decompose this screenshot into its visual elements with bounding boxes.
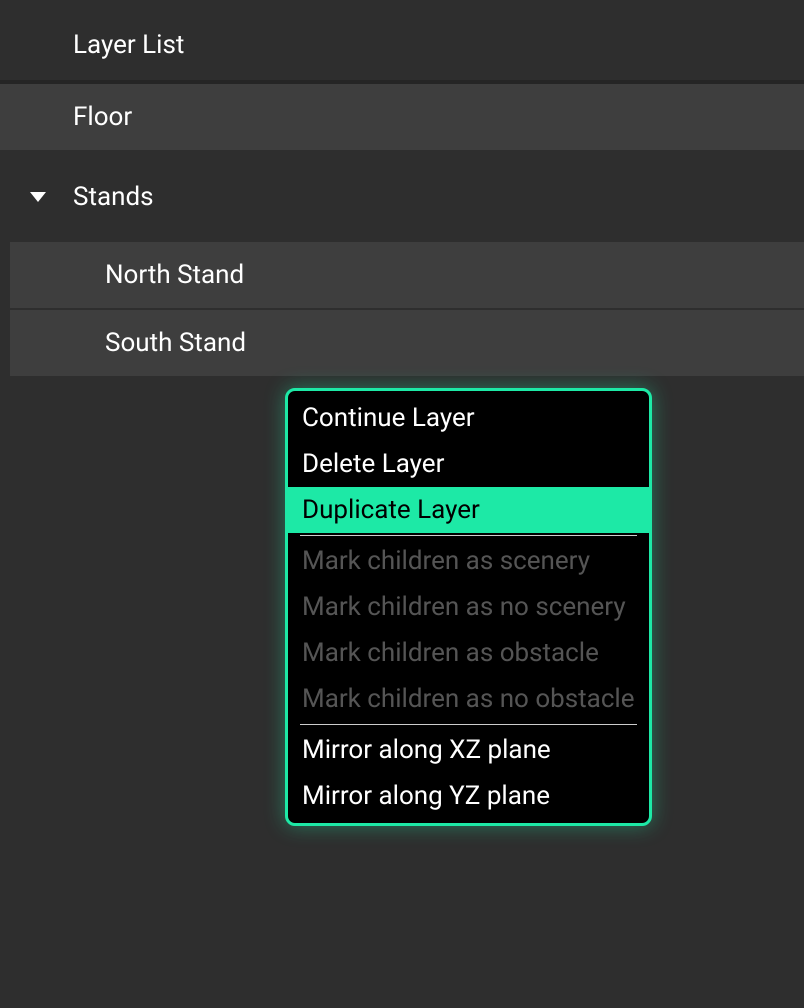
menu-item-mark-scenery: Mark children as scenery [288,538,649,584]
layer-label: South Stand [105,328,246,358]
menu-item-delete-layer[interactable]: Delete Layer [288,441,649,487]
layer-label: Stands [73,182,154,212]
menu-item-mark-obstacle: Mark children as obstacle [288,630,649,676]
layer-north-stand[interactable]: North Stand [10,242,804,308]
menu-item-mirror-xz[interactable]: Mirror along XZ plane [288,727,649,773]
menu-item-continue-layer[interactable]: Continue Layer [288,395,649,441]
layer-south-stand[interactable]: South Stand [10,310,804,376]
menu-separator [300,724,637,725]
layer-stands-group[interactable]: Stands [0,164,804,230]
chevron-down-icon [30,192,46,202]
panel-title: Layer List [0,0,804,80]
menu-label: Mark children as obstacle [302,638,599,668]
layer-panel: Layer List Floor Stands North Stand Sout… [0,0,804,376]
layer-label: Floor [73,102,132,132]
menu-separator [300,535,637,536]
menu-label: Mirror along XZ plane [302,735,551,765]
menu-item-mirror-yz[interactable]: Mirror along YZ plane [288,773,649,819]
menu-label: Continue Layer [302,403,475,433]
spacer [0,230,804,242]
context-menu: Continue Layer Delete Layer Duplicate La… [285,388,652,826]
menu-label: Mark children as scenery [302,546,590,576]
layer-floor[interactable]: Floor [0,84,804,150]
menu-label: Mirror along YZ plane [302,781,550,811]
menu-item-mark-no-scenery: Mark children as no scenery [288,584,649,630]
menu-label: Mark children as no obstacle [302,684,635,714]
menu-label: Duplicate Layer [302,495,480,525]
menu-item-mark-no-obstacle: Mark children as no obstacle [288,676,649,722]
layer-label: North Stand [105,260,244,290]
menu-item-duplicate-layer[interactable]: Duplicate Layer [288,487,649,533]
menu-label: Delete Layer [302,449,444,479]
spacer [0,152,804,164]
menu-label: Mark children as no scenery [302,592,626,622]
